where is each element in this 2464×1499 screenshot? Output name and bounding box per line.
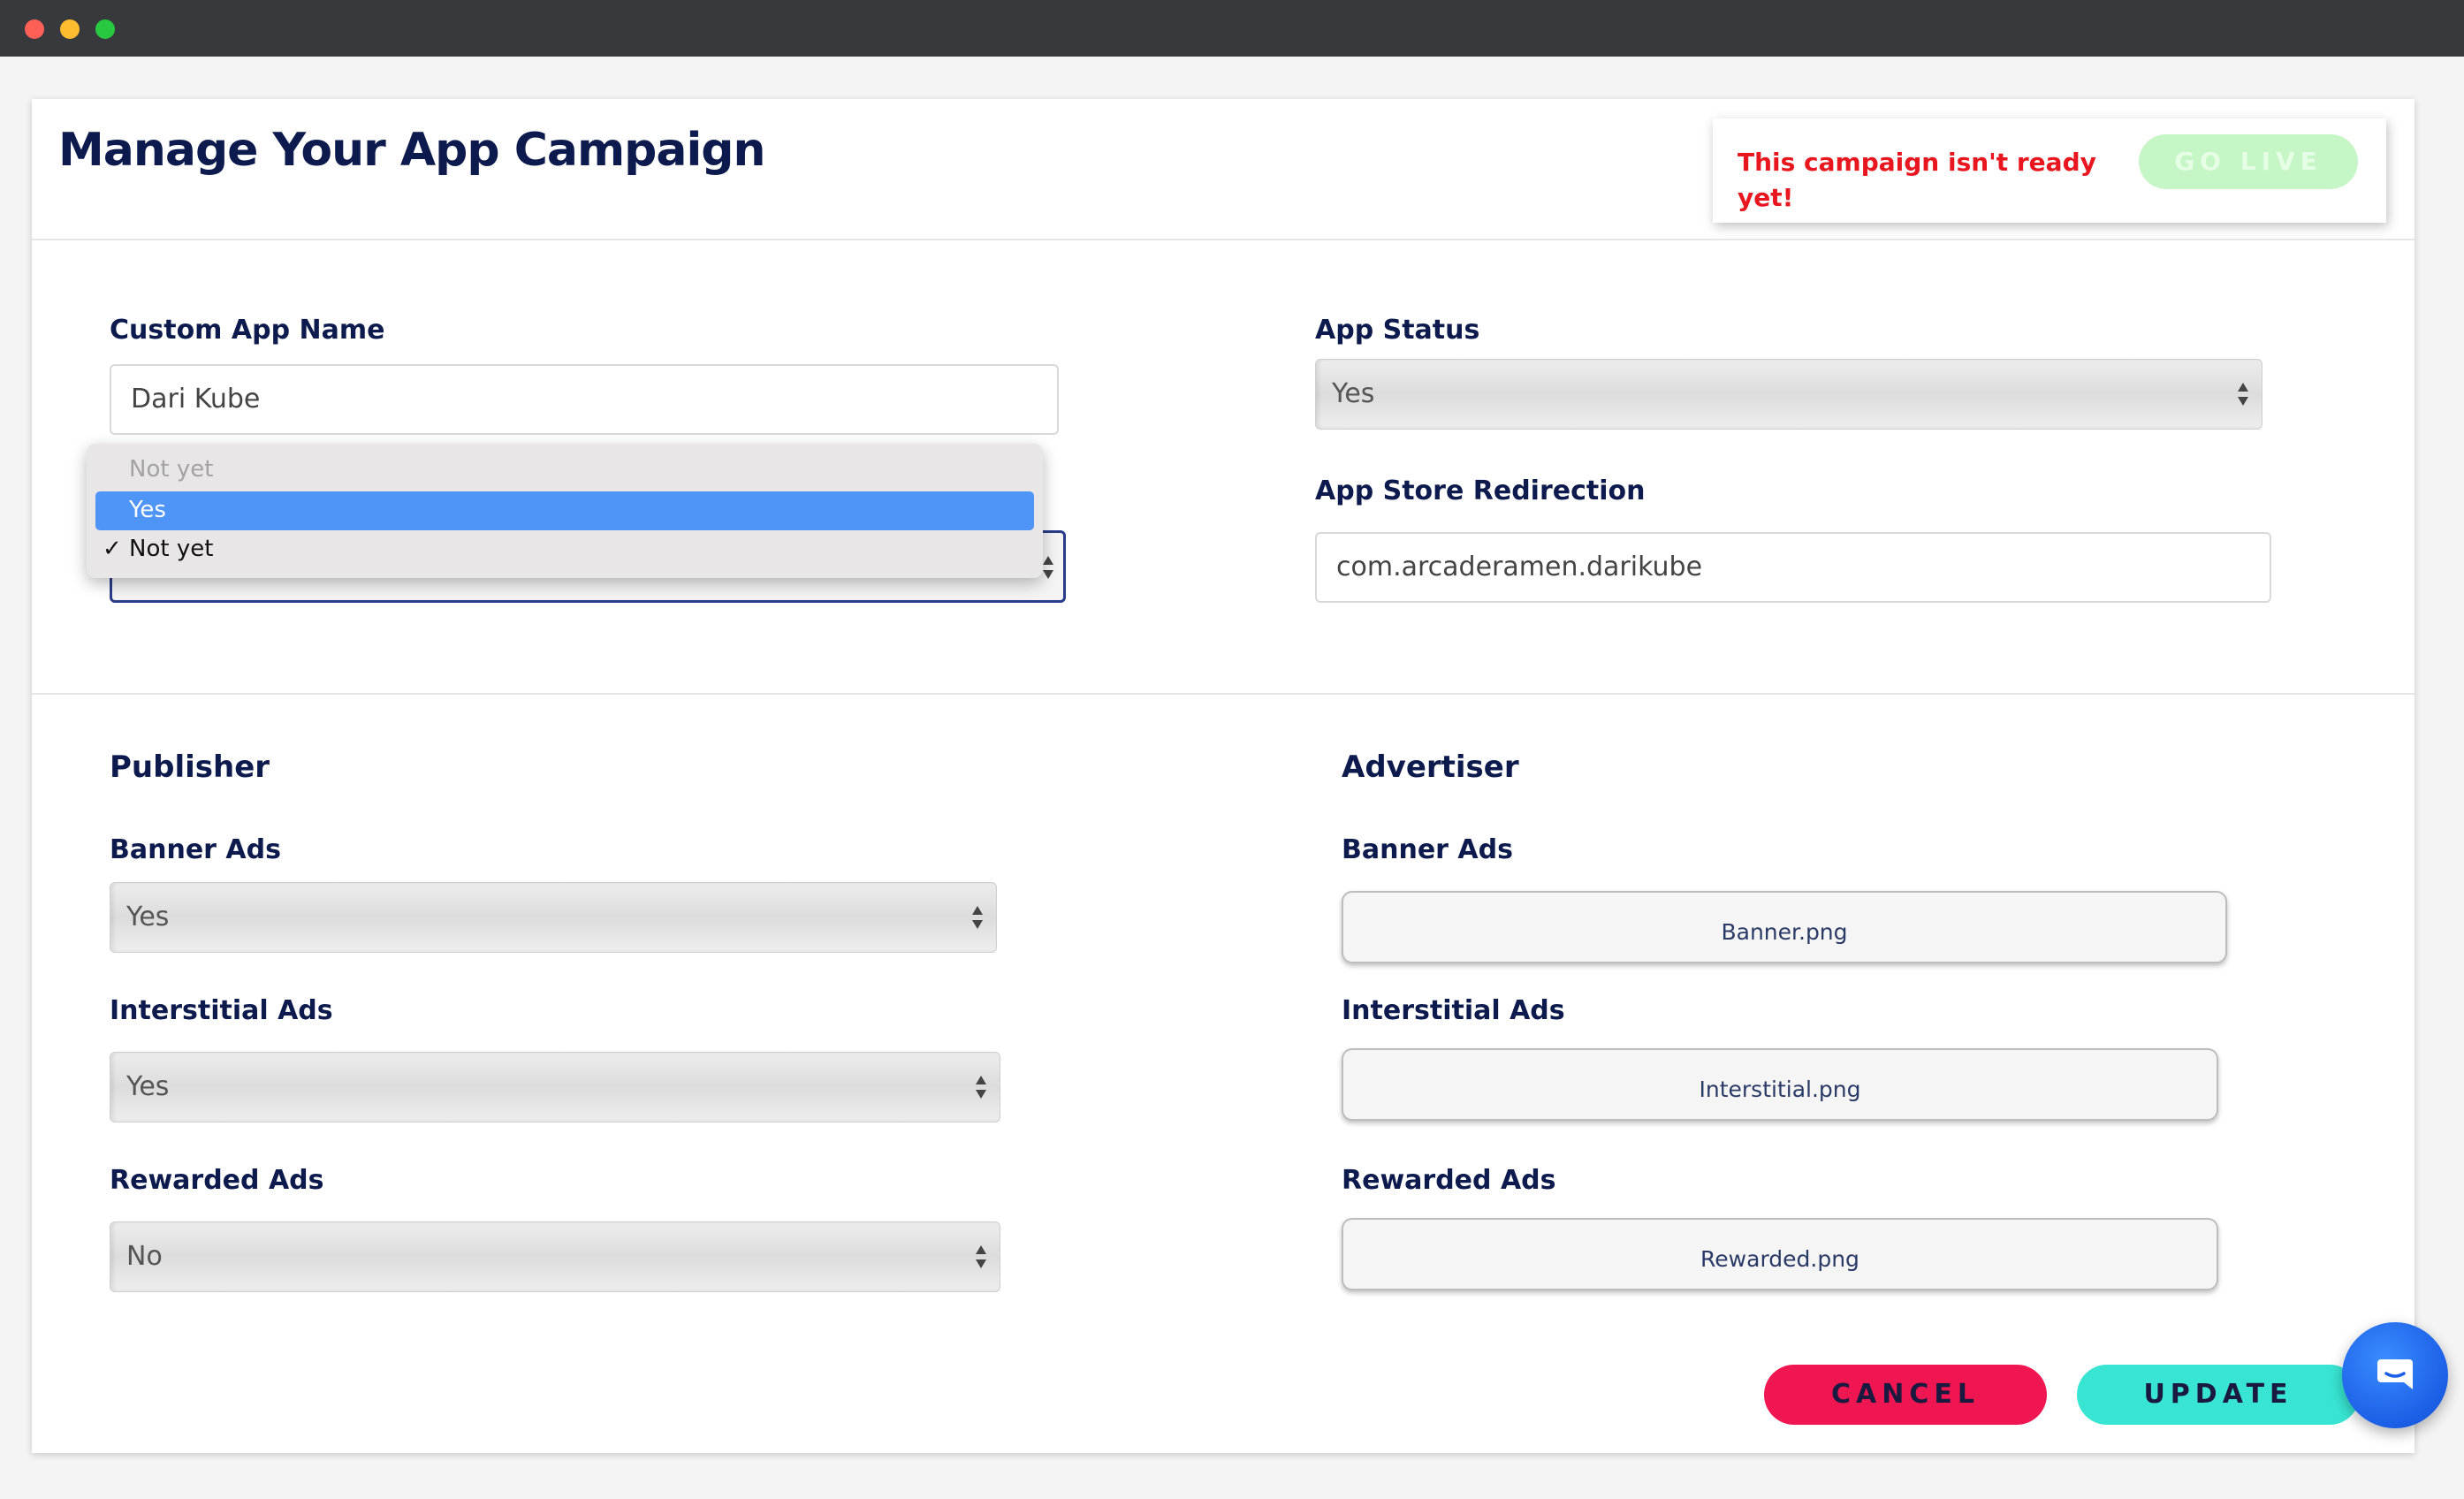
advertiser-rewarded-upload-button[interactable]: Rewarded.png — [1342, 1218, 2218, 1290]
checkmark-icon: ✓ — [103, 536, 122, 562]
app-store-redirection-label: App Store Redirection — [1315, 476, 1646, 506]
window-minimize-button[interactable] — [60, 19, 80, 39]
section-divider — [32, 693, 2415, 695]
page-title: Manage Your App Campaign — [58, 124, 766, 177]
chat-bubble-icon — [2377, 1359, 2413, 1389]
publisher-rewarded-ads-value: No — [126, 1241, 163, 1272]
advertiser-interstitial-upload-button[interactable]: Interstitial.png — [1342, 1048, 2218, 1121]
advertiser-banner-upload-button[interactable]: Banner.png — [1342, 891, 2227, 963]
update-button[interactable]: UPDATE — [2077, 1365, 2360, 1425]
custom-app-name-label: Custom App Name — [110, 315, 385, 346]
custom-app-name-input[interactable]: Dari Kube — [110, 364, 1059, 435]
updown-arrows-icon — [975, 1072, 987, 1102]
publisher-interstitial-ads-select[interactable]: Yes — [110, 1052, 1000, 1122]
publisher-rewarded-ads-label: Rewarded Ads — [110, 1165, 324, 1196]
updown-arrows-icon — [971, 902, 984, 932]
dropdown-option-yes[interactable]: Yes — [129, 497, 166, 523]
publisher-section-title: Publisher — [110, 750, 270, 785]
publisher-banner-ads-label: Banner Ads — [110, 834, 281, 865]
updown-arrows-icon — [1042, 552, 1054, 586]
window-titlebar — [0, 0, 2464, 57]
dropdown-options-menu: Not yet Yes ✓ Not yet — [87, 444, 1043, 578]
go-live-button[interactable]: GO LIVE — [2139, 134, 2358, 189]
advertiser-banner-ads-label: Banner Ads — [1342, 834, 1513, 865]
app-status-label: App Status — [1315, 315, 1480, 346]
window-close-button[interactable] — [25, 19, 44, 39]
app-status-select[interactable]: Yes — [1315, 359, 2262, 430]
cancel-button[interactable]: CANCEL — [1764, 1365, 2047, 1425]
dropdown-option-not-yet-disabled: Not yet — [129, 456, 214, 483]
publisher-rewarded-ads-select[interactable]: No — [110, 1221, 1000, 1292]
dropdown-option-not-yet[interactable]: Not yet — [129, 536, 213, 562]
publisher-interstitial-ads-value: Yes — [126, 1071, 170, 1102]
updown-arrows-icon — [975, 1242, 987, 1272]
advertiser-section-title: Advertiser — [1342, 750, 1519, 785]
app-store-redirection-input[interactable]: com.arcaderamen.darikube — [1315, 532, 2271, 603]
chat-launcher-button[interactable] — [2342, 1322, 2448, 1428]
publisher-banner-ads-select[interactable]: Yes — [110, 882, 997, 953]
advertiser-interstitial-ads-label: Interstitial Ads — [1342, 995, 1565, 1026]
app-status-value: Yes — [1332, 378, 1375, 409]
campaign-status-message: This campaign isn't ready yet! — [1738, 148, 2096, 212]
publisher-banner-ads-value: Yes — [126, 902, 170, 932]
advertiser-rewarded-ads-label: Rewarded Ads — [1342, 1165, 1556, 1196]
dropdown-option-highlight[interactable] — [95, 491, 1034, 530]
updown-arrows-icon — [2237, 379, 2249, 409]
header-divider — [32, 239, 2415, 240]
publisher-interstitial-ads-label: Interstitial Ads — [110, 995, 333, 1026]
window-zoom-button[interactable] — [95, 19, 115, 39]
